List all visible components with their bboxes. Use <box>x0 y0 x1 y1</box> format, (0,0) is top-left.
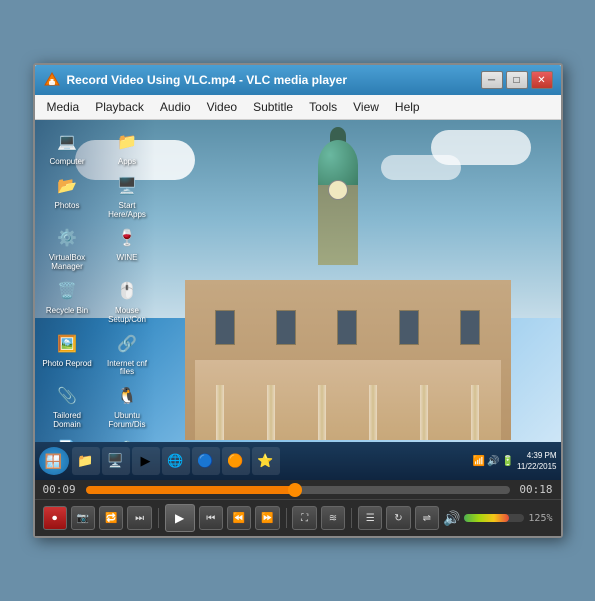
desktop-icon-photo: 🖼️ Photo Reprod <box>40 330 95 378</box>
play-button[interactable]: ▶ <box>165 504 195 532</box>
desktop-icon-tailored: 📎 Tailored Domain <box>40 382 95 430</box>
desktop-icon-virtualbox: ⚙️ VirtualBox Manager <box>40 224 95 272</box>
fullscreen-button[interactable]: ⛶ <box>292 506 316 530</box>
separator1 <box>158 508 159 528</box>
separator3 <box>351 508 352 528</box>
vlc-icon <box>43 71 61 89</box>
sys-icon-network: 📶 <box>473 456 485 467</box>
building-windows <box>195 310 501 345</box>
menu-subtitle[interactable]: Subtitle <box>245 97 301 117</box>
taskbar-icon-folder[interactable]: 📁 <box>72 447 100 475</box>
taskbar-icons: 📁 🖥️ ▶ 🌐 🔵 🟠 ⭐ <box>72 447 470 475</box>
loop-ab-button[interactable]: 🔁 <box>99 506 123 530</box>
volume-icon: 🔊 <box>443 510 460 527</box>
recording-controls: ⏺ 📷 🔁 ⏭ ▶ ⏮ ⏪ ⏩ ⛶ ≋ ☰ ↻ ⇌ 🔊 125% <box>35 499 561 536</box>
desktop-icon-apps: 📁 Apps <box>100 128 155 167</box>
menu-video[interactable]: Video <box>199 97 245 117</box>
menu-media[interactable]: Media <box>39 97 88 117</box>
tower <box>308 155 368 285</box>
taskbar-icon-term[interactable]: 🖥️ <box>102 447 130 475</box>
volume-section: 🔊 125% <box>443 510 553 527</box>
maximize-button[interactable]: □ <box>506 71 528 89</box>
window3 <box>337 310 357 345</box>
window1 <box>215 310 235 345</box>
minimize-button[interactable]: ─ <box>481 71 503 89</box>
building <box>135 180 541 440</box>
current-time: 00:09 <box>43 483 78 496</box>
menu-audio[interactable]: Audio <box>152 97 199 117</box>
window2 <box>276 310 296 345</box>
loop-button[interactable]: ↻ <box>386 506 410 530</box>
close-button[interactable]: ✕ <box>531 71 553 89</box>
portico-columns <box>195 380 501 440</box>
separator2 <box>286 508 287 528</box>
taskbar-icon-browser2[interactable]: 🔵 <box>192 447 220 475</box>
col5 <box>420 385 428 440</box>
menu-tools[interactable]: Tools <box>301 97 345 117</box>
desktop-icon-computer: 💻 Computer <box>40 128 95 167</box>
next-frame-button[interactable]: ⏩ <box>255 506 279 530</box>
col1 <box>216 385 224 440</box>
menu-playback[interactable]: Playback <box>87 97 152 117</box>
title-bar: Record Video Using VLC.mp4 - VLC media p… <box>35 65 561 95</box>
tower-body <box>318 185 358 265</box>
prev-frame-button[interactable]: ⏪ <box>227 506 251 530</box>
playlist-button[interactable]: ☰ <box>358 506 382 530</box>
window-controls: ─ □ ✕ <box>481 71 553 89</box>
volume-filled <box>464 514 509 522</box>
sys-icon-sound: 🔊 <box>487 456 499 467</box>
equalizer-button[interactable]: ≋ <box>321 506 345 530</box>
desktop-icon-recycle: 🗑️ Recycle Bin <box>40 277 95 325</box>
record-button[interactable]: ⏺ <box>43 506 67 530</box>
window-title: Record Video Using VLC.mp4 - VLC media p… <box>67 73 481 87</box>
menu-bar: Media Playback Audio Video Subtitle Tool… <box>35 95 561 120</box>
portico <box>195 360 501 440</box>
video-frame: 💻 Computer 📁 Apps 📂 Photos 🖥️ Start Here… <box>35 120 561 480</box>
progress-section: 00:09 00:18 <box>35 480 561 499</box>
desktop-taskbar: 🪟 📁 🖥️ ▶ 🌐 🔵 🟠 ⭐ 📶 🔊 🔋 4:39 PM 11/22/201… <box>35 442 561 480</box>
total-time: 00:18 <box>518 483 553 496</box>
volume-bar[interactable] <box>464 514 524 522</box>
taskbar-sys-icons: 📶 🔊 🔋 <box>473 456 514 467</box>
menu-view[interactable]: View <box>345 97 387 117</box>
window4 <box>399 310 419 345</box>
progress-handle[interactable] <box>288 483 302 497</box>
prev-chapter-button[interactable]: ⏮ <box>199 506 223 530</box>
taskbar-icon-browser1[interactable]: 🌐 <box>162 447 190 475</box>
clock-face <box>328 180 348 200</box>
video-area[interactable]: 💻 Computer 📁 Apps 📂 Photos 🖥️ Start Here… <box>35 120 561 480</box>
col2 <box>267 385 275 440</box>
window5 <box>460 310 480 345</box>
sys-icon-battery: 🔋 <box>502 456 514 467</box>
taskbar-icon-media[interactable]: ▶ <box>132 447 160 475</box>
start-button[interactable]: 🪟 <box>39 447 69 475</box>
desktop-icon-photos: 📂 Photos <box>40 172 95 220</box>
cloud3 <box>381 155 461 180</box>
progress-bar[interactable] <box>86 486 510 494</box>
col4 <box>369 385 377 440</box>
shuffle-button[interactable]: ⇌ <box>415 506 439 530</box>
menu-help[interactable]: Help <box>387 97 428 117</box>
vlc-window: Record Video Using VLC.mp4 - VLC media p… <box>33 63 563 538</box>
volume-percent: 125% <box>528 513 552 524</box>
frame-by-frame-button[interactable]: ⏭ <box>127 506 151 530</box>
col3 <box>318 385 326 440</box>
progress-filled <box>86 486 298 494</box>
snapshot-button[interactable]: 📷 <box>71 506 95 530</box>
taskbar-icon-vlc[interactable]: 🟠 <box>222 447 250 475</box>
col6 <box>471 385 479 440</box>
taskbar-clock: 4:39 PM 11/22/2015 <box>517 450 556 472</box>
taskbar-icon-other[interactable]: ⭐ <box>252 447 280 475</box>
